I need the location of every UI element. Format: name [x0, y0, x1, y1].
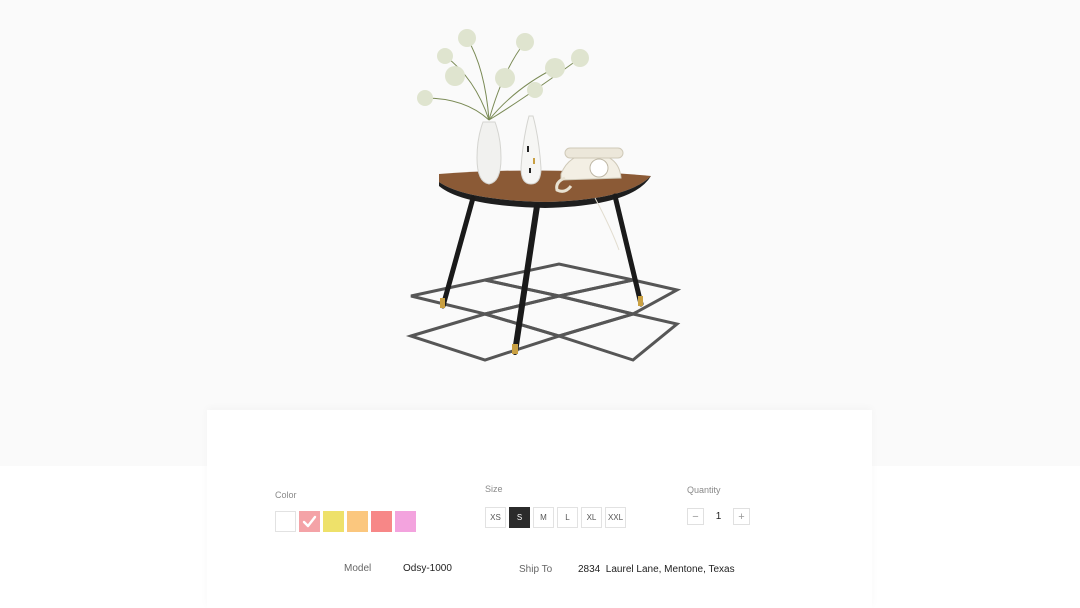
color-swatch-yellow[interactable]	[323, 511, 344, 532]
size-option-m[interactable]: M	[533, 507, 554, 528]
quantity-value[interactable]: 1	[704, 511, 733, 522]
color-swatch-pink[interactable]	[299, 511, 320, 532]
size-option-s[interactable]: S	[509, 507, 530, 528]
check-icon	[302, 515, 317, 528]
color-swatch-orange[interactable]	[347, 511, 368, 532]
size-option-xl[interactable]: XL	[581, 507, 602, 528]
product-image	[405, 29, 682, 362]
model-label: Model	[344, 563, 372, 574]
increase-quantity-button[interactable]: +	[733, 508, 750, 525]
ship-to-label: Ship To	[519, 564, 553, 575]
color-swatch-coral[interactable]	[371, 511, 392, 532]
size-options: XS S M L XL XXL	[485, 507, 626, 528]
product-hero	[0, 0, 1080, 466]
size-label: Size	[485, 484, 503, 494]
color-swatch-violet[interactable]	[395, 511, 416, 532]
size-option-l[interactable]: L	[557, 507, 578, 528]
decrease-quantity-button[interactable]: −	[687, 508, 704, 525]
quantity-label: Quantity	[687, 485, 721, 495]
quantity-stepper: − 1 +	[687, 508, 750, 525]
color-label: Color	[275, 490, 297, 500]
ship-to-address[interactable]: 2834 Laurel Lane, Mentone, Texas	[578, 564, 735, 575]
color-swatches	[275, 511, 416, 532]
model-value: Odsy-1000	[403, 563, 452, 574]
size-option-xs[interactable]: XS	[485, 507, 506, 528]
color-swatch-white[interactable]	[275, 511, 296, 532]
size-option-xxl[interactable]: XXL	[605, 507, 626, 528]
